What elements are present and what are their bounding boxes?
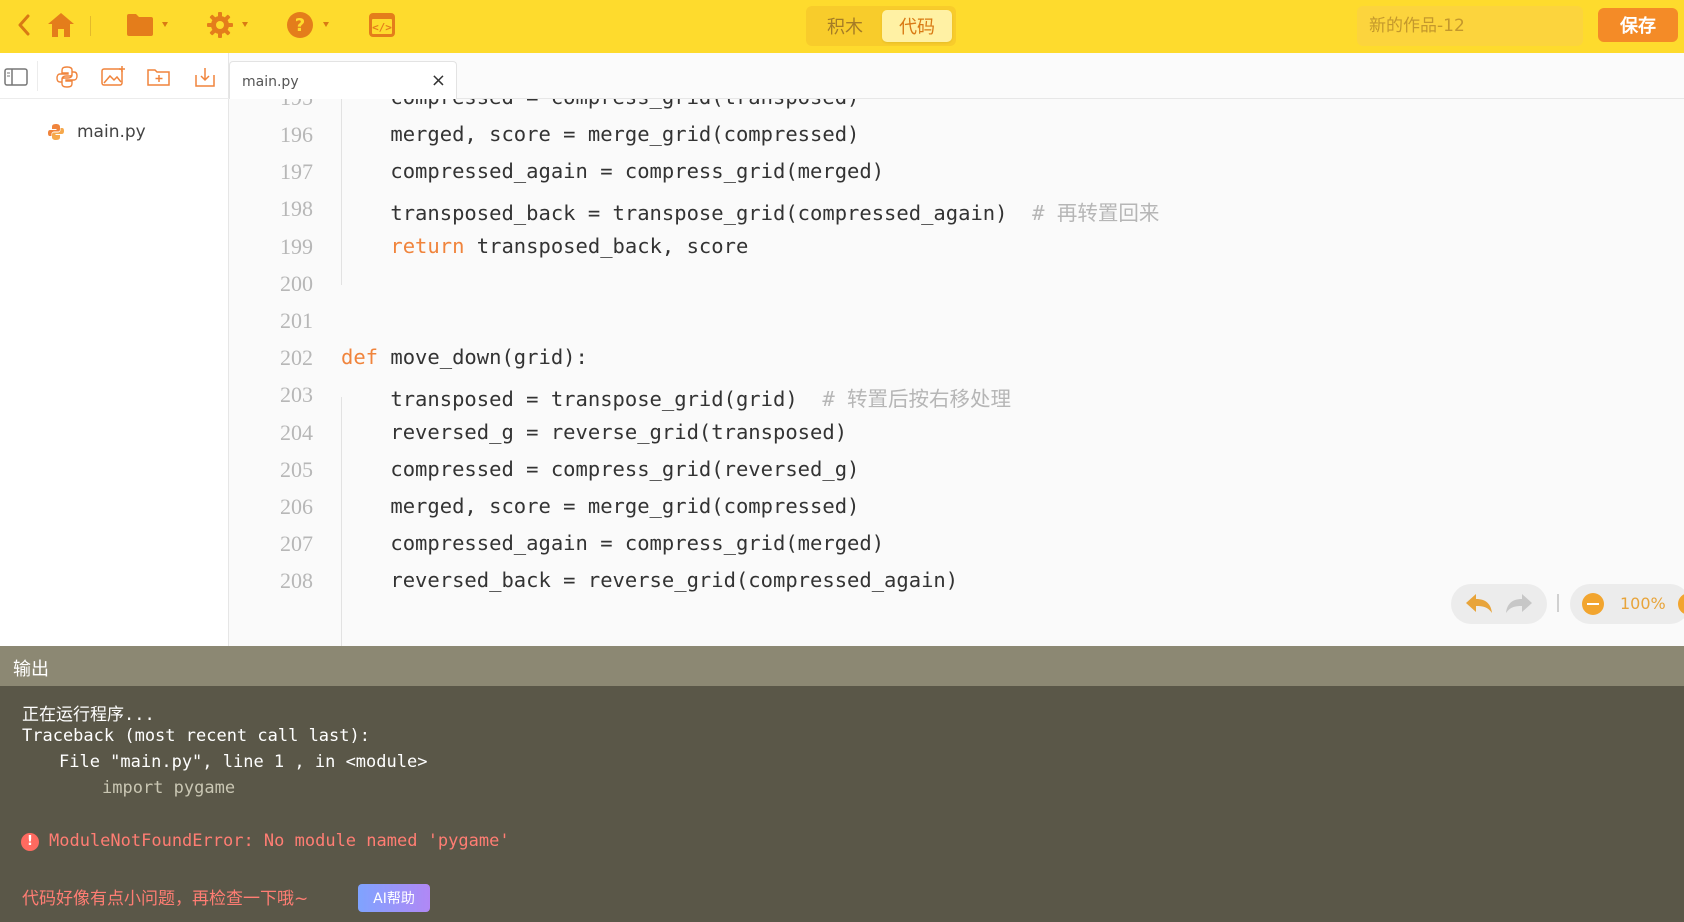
code-line: 201 [229, 302, 1684, 342]
toolbar-divider [90, 16, 91, 36]
code-line: 199 return transposed_back, score [229, 228, 1684, 268]
console-line: 正在运行程序... [22, 705, 155, 725]
panel-toggle-icon[interactable] [4, 65, 28, 89]
line-number: 207 [280, 531, 313, 556]
svg-text:?: ? [295, 15, 305, 36]
code-text: compressed_again = compress_grid(merged) [390, 159, 885, 183]
file-sidebar: main.py [0, 53, 229, 646]
line-number: 205 [280, 457, 313, 482]
top-bar: ? </> 积木 代码 保存 [0, 0, 1684, 53]
line-number: 202 [280, 345, 313, 370]
python-file-icon [47, 123, 65, 145]
code-line: 204 reversed_g = reverse_grid(transposed… [229, 414, 1684, 454]
code-text: compressed = compress_grid(transposed) [341, 99, 859, 109]
code-line: 207 compressed_again = compress_grid(mer… [229, 525, 1684, 565]
zoom-level: 100% [1620, 594, 1666, 613]
line-number: 199 [280, 234, 313, 259]
console-line: import pygame [102, 778, 236, 798]
tab-label: main.py [242, 74, 299, 90]
line-number: 195 [229, 99, 313, 111]
error-icon: ! [21, 833, 39, 851]
ai-help-button[interactable]: AI帮助 [358, 884, 430, 912]
code-text: transposed_back = transpose_grid(compres… [390, 201, 1160, 225]
folder-add-icon[interactable] [147, 65, 171, 89]
code-line: 203 transposed = transpose_grid(grid) # … [229, 376, 1684, 416]
line-number: 206 [280, 494, 313, 519]
line-number: 197 [280, 159, 313, 184]
chevron-left-icon[interactable] [12, 8, 36, 42]
code-text: compressed_again = compress_grid(merged) [390, 531, 885, 555]
home-icon[interactable] [44, 8, 78, 42]
folder-icon[interactable] [124, 8, 156, 42]
error-message: ModuleNotFoundError: No module named 'py… [49, 831, 510, 851]
toolbar-divider [1557, 594, 1559, 612]
mode-switch: 积木 代码 [806, 6, 956, 46]
line-number: 198 [280, 196, 313, 221]
line-number: 208 [280, 568, 313, 593]
chevron-down-icon[interactable] [323, 22, 329, 27]
line-number: 204 [280, 420, 313, 445]
redo-icon[interactable] [1503, 590, 1535, 618]
chevron-down-icon[interactable] [162, 22, 168, 27]
code-text: def move_down(grid): [341, 345, 588, 369]
line-number: 196 [280, 122, 313, 147]
download-icon[interactable] [193, 65, 217, 89]
zoom-in-icon[interactable] [1678, 593, 1684, 615]
console-line: File "main.py", line 1 , in <module> [59, 752, 428, 772]
output-title: 输出 [13, 659, 49, 680]
console-line: Traceback (most recent call last): [22, 726, 370, 746]
code-line: 202 def move_down(grid): [229, 339, 1684, 379]
code-editor[interactable]: 195 compressed = compress_grid(transpose… [229, 99, 1684, 646]
code-line: 197 compressed_again = compress_grid(mer… [229, 153, 1684, 193]
toolbar-divider [37, 61, 38, 91]
python-icon[interactable] [55, 65, 79, 89]
code-text: merged, score = merge_grid(compressed) [390, 494, 860, 518]
code-text: transposed = transpose_grid(grid) # 转置后按… [390, 387, 1012, 411]
code-line: 206 merged, score = merge_grid(compresse… [229, 488, 1684, 528]
project-title-input[interactable] [1357, 6, 1583, 46]
code-window-icon[interactable]: </> [366, 8, 398, 42]
code-line: 200 [229, 265, 1684, 305]
output-console: 正在运行程序... Traceback (most recent call la… [0, 686, 1684, 922]
line-number: 200 [280, 271, 313, 296]
file-item-main-py[interactable]: main.py [0, 115, 228, 149]
close-icon[interactable]: × [431, 70, 446, 91]
svg-text:</>: </> [372, 21, 392, 34]
gear-icon[interactable] [204, 8, 236, 42]
file-name: main.py [77, 122, 146, 142]
chevron-down-icon[interactable] [242, 22, 248, 27]
undo-redo-group [1451, 584, 1547, 624]
code-text: reversed_back = reverse_grid(compressed_… [390, 568, 959, 592]
sidebar-toolbar [0, 53, 229, 99]
code-text: compressed = compress_grid(reversed_g) [390, 457, 860, 481]
hint-message: 代码好像有点小问题，再检查一下哦~ [22, 889, 309, 909]
line-number: 203 [280, 382, 313, 407]
code-text: return transposed_back, score [390, 234, 749, 258]
code-line: 205 compressed = compress_grid(reversed_… [229, 451, 1684, 491]
zoom-control: 100% [1570, 584, 1684, 624]
tab-main-py[interactable]: main.py × [229, 61, 457, 100]
code-text: reversed_g = reverse_grid(transposed) [390, 420, 848, 444]
line-number: 201 [280, 308, 313, 333]
blocks-mode-tab[interactable]: 积木 [810, 10, 880, 42]
question-icon[interactable]: ? [284, 8, 316, 42]
zoom-out-icon[interactable] [1582, 593, 1604, 615]
code-line: 196 merged, score = merge_grid(compresse… [229, 116, 1684, 156]
code-text: merged, score = merge_grid(compressed) [390, 122, 860, 146]
code-mode-tab[interactable]: 代码 [882, 10, 952, 42]
output-header: 输出 [0, 646, 1684, 686]
code-line: 198 transposed_back = transpose_grid(com… [229, 190, 1684, 230]
image-add-icon[interactable] [101, 65, 125, 89]
editor-tab-strip: main.py × [229, 53, 1684, 100]
undo-icon[interactable] [1463, 590, 1495, 618]
save-button[interactable]: 保存 [1598, 8, 1678, 42]
